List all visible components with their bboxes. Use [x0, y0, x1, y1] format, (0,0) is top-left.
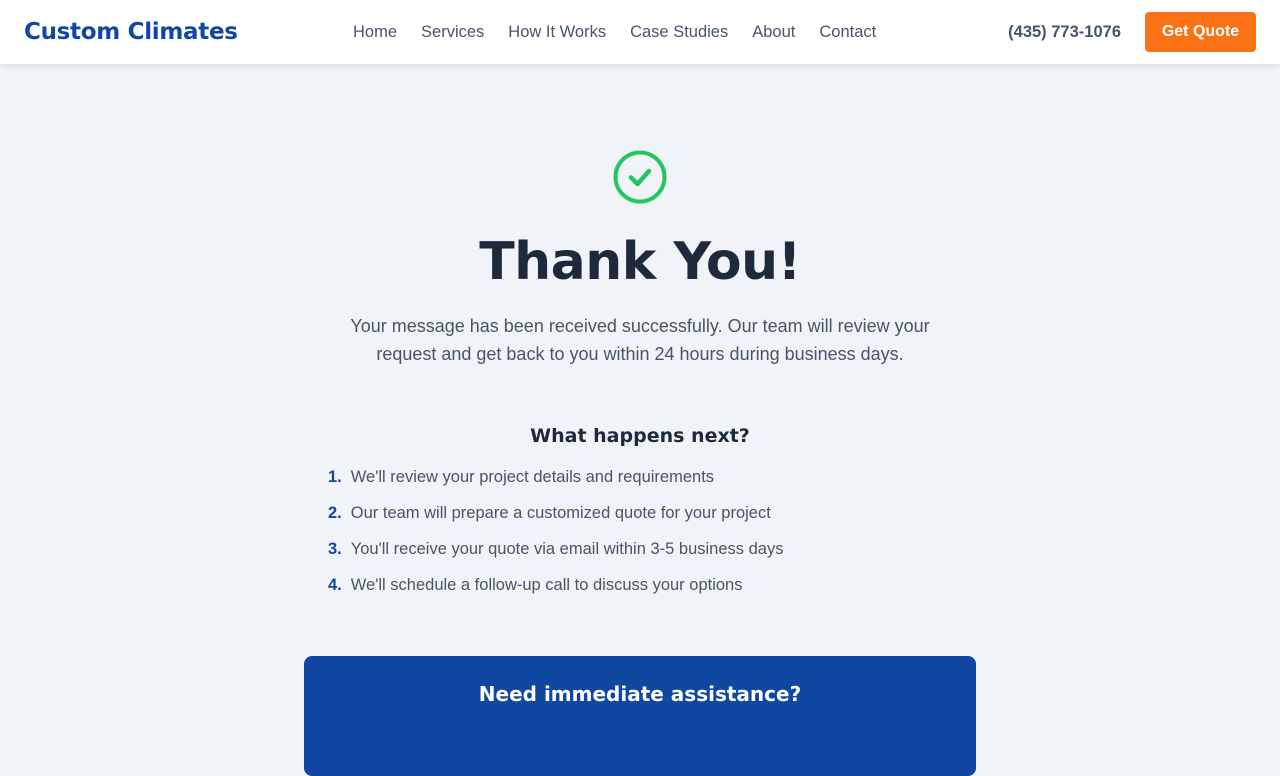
- step-number: 4.: [328, 576, 342, 594]
- next-steps-list: 1. We'll review your project details and…: [328, 468, 968, 612]
- phone-link[interactable]: (435) 773-1076: [1008, 0, 1121, 64]
- assistance-heading: Need immediate assistance?: [478, 682, 802, 706]
- nav-link-how-it-works[interactable]: How It Works: [508, 23, 606, 42]
- step-text: You'll receive your quote via email with…: [350, 540, 784, 558]
- check-circle-icon: [613, 150, 667, 204]
- next-step-item: 2. Our team will prepare a customized qu…: [328, 504, 968, 540]
- next-step-item: 4. We'll schedule a follow-up call to di…: [328, 576, 968, 612]
- nav-link-home[interactable]: Home: [353, 23, 397, 42]
- next-step-item: 1. We'll review your project details and…: [328, 468, 968, 504]
- get-quote-button[interactable]: Get Quote: [1145, 12, 1256, 52]
- next-steps-heading: What happens next?: [530, 425, 750, 447]
- nav-link-contact[interactable]: Contact: [819, 23, 876, 42]
- step-text: Our team will prepare a customized quote…: [350, 504, 771, 522]
- page-title: Thank You!: [479, 232, 801, 292]
- nav-link-case-studies[interactable]: Case Studies: [630, 23, 728, 42]
- assistance-panel: Need immediate assistance?: [304, 656, 976, 776]
- confirmation-message: Your message has been received successfu…: [350, 316, 930, 364]
- next-step-item: 3. You'll receive your quote via email w…: [328, 540, 968, 576]
- main-nav: Home Services How It Works Case Studies …: [341, 0, 888, 64]
- step-text: We'll schedule a follow-up call to discu…: [350, 576, 743, 594]
- nav-link-services[interactable]: Services: [421, 23, 484, 42]
- nav-link-about[interactable]: About: [752, 23, 795, 42]
- step-number: 2.: [328, 504, 342, 522]
- site-header: Custom Climates Home Services How It Wor…: [0, 0, 1280, 64]
- step-number: 3.: [328, 540, 342, 558]
- step-number: 1.: [328, 468, 342, 486]
- site-logo[interactable]: Custom Climates: [24, 19, 238, 45]
- step-text: We'll review your project details and re…: [350, 468, 715, 486]
